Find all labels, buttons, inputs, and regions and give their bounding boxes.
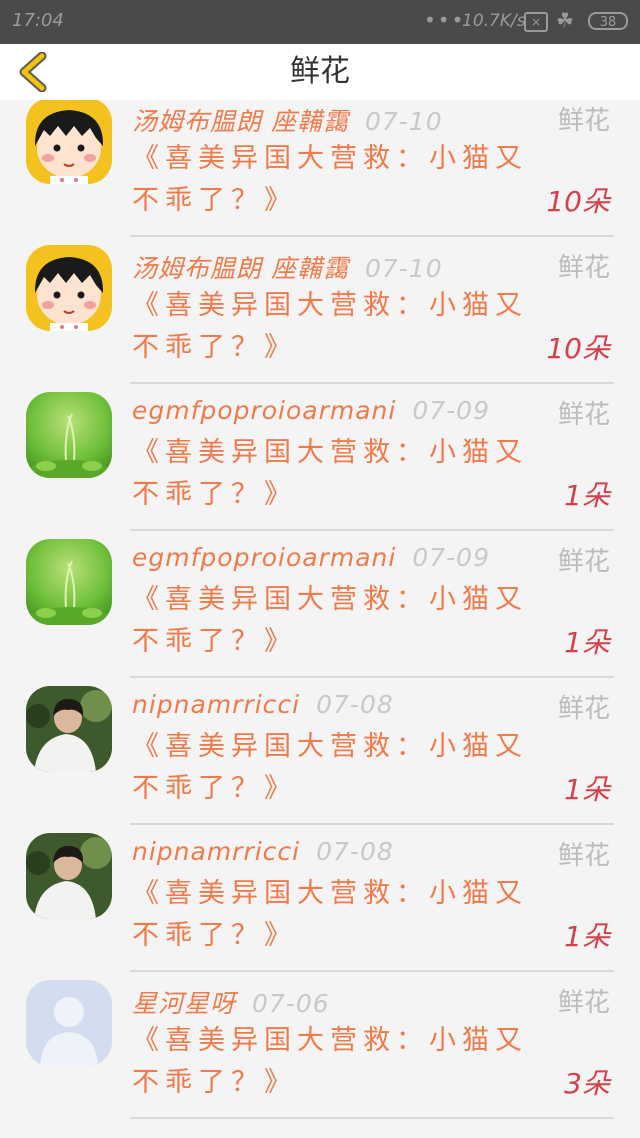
- page-title: 鲜花: [290, 54, 350, 89]
- avatar[interactable]: [26, 392, 112, 478]
- gift-date: 07-06: [252, 989, 330, 1018]
- username-text: 星河星呀: [132, 989, 237, 1018]
- gift-type-label: 鲜花: [557, 106, 610, 136]
- username[interactable]: 汤姆布腽朗 座韛靄 07-10: [132, 249, 443, 285]
- status-bar: 17:04 ••• 10.7K/s × ☘ 38: [0, 0, 640, 44]
- username-text: nipnamrricci: [132, 837, 301, 866]
- gift-type-label: 鲜花: [557, 400, 610, 430]
- avatar[interactable]: [26, 245, 112, 331]
- username[interactable]: egmfpoproioarmani 07-09: [132, 543, 490, 572]
- clover-icon: ☘: [556, 8, 574, 32]
- gift-type-label: 鲜花: [557, 253, 610, 283]
- username[interactable]: nipnamrricci 07-08: [132, 690, 394, 719]
- avatar[interactable]: [26, 100, 112, 184]
- username-text: 汤姆布腽朗 座韛靄: [132, 107, 349, 136]
- book-title[interactable]: 《喜美异国大营救：小猫又不乖了？》: [132, 726, 532, 810]
- list-item[interactable]: 汤姆布腽朗 座韛靄 07-10 鲜花 《喜美异国大营救：小猫又不乖了？》 10朵: [0, 237, 640, 384]
- username[interactable]: nipnamrricci 07-08: [132, 837, 394, 866]
- gift-date: 07-09: [412, 396, 490, 425]
- divider: [130, 1117, 614, 1119]
- list-item[interactable]: egmfpoproioarmani 07-09 鲜花 《喜美异国大营救：小猫又不乖了？…: [0, 384, 640, 531]
- avatar[interactable]: [26, 686, 112, 772]
- gift-date: 07-08: [316, 837, 394, 866]
- avatar[interactable]: [26, 980, 112, 1066]
- book-title[interactable]: 《喜美异国大营救：小猫又不乖了？》: [132, 873, 532, 957]
- flower-gift-list-items: 汤姆布腽朗 座韛靄 07-10 鲜花 《喜美异国大营救：小猫又不乖了？》 10朵 汤姆布…: [0, 100, 640, 1119]
- username[interactable]: 汤姆布腽朗 座韛靄 07-10: [132, 102, 443, 138]
- username[interactable]: 星河星呀 07-06: [132, 984, 330, 1020]
- list-item[interactable]: egmfpoproioarmani 07-09 鲜花 《喜美异国大营救：小猫又不乖了？…: [0, 531, 640, 678]
- flower-count: 1朵: [564, 920, 610, 953]
- username-text: egmfpoproioarmani: [132, 543, 397, 572]
- flower-count: 10朵: [546, 332, 610, 365]
- gift-type-label: 鲜花: [557, 988, 610, 1018]
- list-item[interactable]: 星河星呀 07-06 鲜花 《喜美异国大营救：小猫又不乖了？》 3朵: [0, 972, 640, 1119]
- battery-icon: 38: [588, 12, 628, 30]
- avatar[interactable]: [26, 833, 112, 919]
- gift-date: 07-09: [412, 543, 490, 572]
- flower-count: 1朵: [564, 479, 610, 512]
- flower-gift-list[interactable]: 汤姆布腽朗 座韛靄 07-10 鲜花 《喜美异国大营救：小猫又不乖了？》 10朵 汤姆布…: [0, 100, 640, 1138]
- list-item[interactable]: nipnamrricci 07-08 鲜花 《喜美异国大营救：小猫又不乖了？》 1朵: [0, 825, 640, 972]
- username-text: egmfpoproioarmani: [132, 396, 397, 425]
- book-title[interactable]: 《喜美异国大营救：小猫又不乖了？》: [132, 1020, 532, 1104]
- signal-dots: •••: [424, 8, 466, 32]
- book-title[interactable]: 《喜美异国大营救：小猫又不乖了？》: [132, 285, 532, 369]
- username[interactable]: egmfpoproioarmani 07-09: [132, 396, 490, 425]
- sim-icon: ×: [524, 12, 548, 32]
- gift-type-label: 鲜花: [557, 547, 610, 577]
- header: 鲜花: [0, 44, 640, 100]
- book-title[interactable]: 《喜美异国大营救：小猫又不乖了？》: [132, 432, 532, 516]
- flower-count: 1朵: [564, 773, 610, 806]
- avatar[interactable]: [26, 539, 112, 625]
- gift-date: 07-08: [316, 690, 394, 719]
- chevron-left-icon: [19, 51, 47, 93]
- status-time: 17:04: [12, 10, 64, 31]
- battery-level: 38: [599, 15, 617, 30]
- username-text: 汤姆布腽朗 座韛靄: [132, 254, 349, 283]
- flower-count: 10朵: [546, 185, 610, 218]
- username-text: nipnamrricci: [132, 690, 301, 719]
- list-item[interactable]: 汤姆布腽朗 座韛靄 07-10 鲜花 《喜美异国大营救：小猫又不乖了？》 10朵: [0, 100, 640, 237]
- gift-type-label: 鲜花: [557, 694, 610, 724]
- flower-count: 3朵: [564, 1067, 610, 1100]
- flower-count: 1朵: [564, 626, 610, 659]
- book-title[interactable]: 《喜美异国大营救：小猫又不乖了？》: [132, 138, 532, 222]
- list-item[interactable]: nipnamrricci 07-08 鲜花 《喜美异国大营救：小猫又不乖了？》 1朵: [0, 678, 640, 825]
- network-speed: 10.7K/s: [462, 11, 526, 31]
- gift-type-label: 鲜花: [557, 841, 610, 871]
- gift-date: 07-10: [364, 107, 443, 136]
- gift-date: 07-10: [364, 254, 443, 283]
- book-title[interactable]: 《喜美异国大营救：小猫又不乖了？》: [132, 579, 532, 663]
- back-button[interactable]: [16, 51, 56, 93]
